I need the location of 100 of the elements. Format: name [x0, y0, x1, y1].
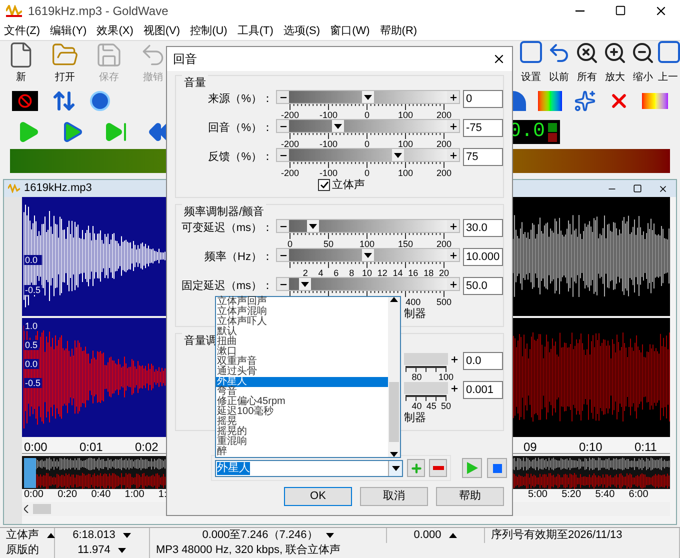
preset-option[interactable]: 立体声回声: [216, 297, 388, 307]
preset-option[interactable]: 双重声音: [216, 357, 388, 367]
preset-option[interactable]: 摇晃的: [216, 427, 388, 437]
toolbar-button[interactable]: 以前: [546, 41, 572, 86]
menu-item[interactable]: 文件(Z): [4, 22, 40, 40]
dialog-button[interactable]: OK: [284, 487, 352, 506]
toolbar-button[interactable]: 缩小: [630, 41, 656, 86]
value-field[interactable]: 75: [463, 148, 503, 166]
scroll-thumb[interactable]: [389, 382, 399, 442]
preset-option[interactable]: 摇晃: [216, 417, 388, 427]
tick-label: 100: [438, 372, 454, 383]
restore-icon[interactable]: [633, 184, 642, 194]
slider-label: 回音（%）：: [208, 120, 273, 136]
slider[interactable]: [276, 219, 460, 233]
arrows-icon[interactable]: [52, 89, 76, 114]
slider-thumb[interactable]: [392, 149, 404, 161]
group-label: 制器: [404, 307, 426, 322]
save-icon: [95, 41, 123, 70]
value-field[interactable]: 0.001: [463, 381, 503, 399]
rainbow-icon[interactable]: [642, 93, 668, 110]
tick-label: -200: [281, 110, 299, 121]
minus-icon: [432, 466, 444, 470]
preset-option[interactable]: 默认: [216, 327, 388, 337]
tick-marks: [404, 395, 448, 401]
toolbar-button[interactable]: 新: [2, 41, 40, 86]
dialog-button[interactable]: 取消: [360, 487, 428, 506]
close-icon[interactable]: [658, 184, 668, 194]
track-segment[interactable]: [404, 353, 448, 365]
value-field[interactable]: 0: [463, 90, 503, 108]
slider-thumb[interactable]: [362, 91, 374, 103]
preset-option[interactable]: 扭曲: [216, 337, 388, 347]
menu-item[interactable]: 效果(X): [96, 22, 134, 40]
document-title: 1619kHz.mp3: [24, 181, 92, 196]
scroll-thumb[interactable]: [33, 504, 51, 514]
preset-option[interactable]: 漱口: [216, 347, 388, 357]
preset-option[interactable]: 延迟100毫秒: [216, 407, 388, 417]
toolbar-button[interactable]: 打开: [46, 41, 84, 86]
menu-item[interactable]: 视图(V): [143, 22, 180, 40]
sparkle-icon[interactable]: [574, 90, 596, 112]
value-field[interactable]: 50.0: [463, 277, 503, 295]
menu-item[interactable]: 工具(T): [237, 22, 274, 40]
status-text: 序列号有效期至2026/11/13: [491, 528, 622, 544]
slider-thumb[interactable]: [362, 249, 374, 261]
slider[interactable]: [276, 248, 460, 262]
value-field[interactable]: 30.0: [463, 219, 503, 237]
menu-item[interactable]: 窗口(W): [330, 22, 370, 40]
slider[interactable]: [276, 90, 460, 104]
menu-item[interactable]: 编辑(Y): [50, 22, 87, 40]
caret-icon: [392, 466, 400, 470]
spectrum-icon[interactable]: [538, 91, 562, 112]
dropdown-button[interactable]: [388, 460, 402, 476]
stop-sign-icon: [12, 91, 38, 112]
maximize-icon[interactable]: [615, 5, 626, 16]
toolbar-button[interactable]: 放大: [602, 41, 628, 86]
preset-option[interactable]: 立体声混响: [216, 307, 388, 317]
scroll-left-icon[interactable]: [24, 505, 29, 514]
preset-option[interactable]: 弯音: [216, 387, 388, 397]
menu-item[interactable]: 帮助(R): [380, 22, 418, 40]
tick-label: 4: [318, 268, 324, 279]
app-logo-icon: [8, 184, 20, 194]
stereo-checkbox[interactable]: [318, 179, 330, 191]
track-segment[interactable]: [404, 382, 448, 394]
slider-thumb[interactable]: [298, 278, 311, 290]
tick-label: 100: [359, 239, 375, 250]
value-field[interactable]: 10.000: [463, 248, 503, 266]
amplitude-label: 0.5: [24, 340, 39, 350]
value-field[interactable]: -75: [463, 119, 503, 137]
toolbar-button[interactable]: 所有: [574, 41, 600, 86]
play-icon: [466, 462, 478, 474]
tick-label: 50: [324, 239, 334, 250]
menu-item[interactable]: 控制(U): [190, 22, 228, 40]
time-label: 5:00: [528, 489, 548, 502]
remove-preset-button[interactable]: [429, 459, 447, 477]
plus-icon: [450, 354, 458, 364]
slider-label: 固定延迟（ms）：: [181, 278, 273, 294]
slider-thumb[interactable]: [306, 220, 319, 232]
scrollbar[interactable]: [388, 297, 400, 457]
slider-thumb[interactable]: [332, 120, 344, 132]
menu-item[interactable]: 选项(S): [283, 22, 320, 40]
slider[interactable]: [276, 148, 460, 162]
value-field[interactable]: 0.0: [463, 352, 503, 370]
toolbar-button[interactable]: 上一: [658, 41, 680, 86]
close-icon[interactable]: [492, 52, 506, 66]
preset-option[interactable]: 修正偏心45rpm: [216, 397, 388, 407]
tick-label: 200: [436, 168, 452, 179]
preset-option[interactable]: 重混响: [216, 437, 388, 447]
dialog-button[interactable]: 帮助: [436, 487, 504, 506]
tick-label: 200: [436, 239, 452, 250]
preset-combobox[interactable]: 外星人: [215, 460, 403, 476]
toolbar-button[interactable]: 设置: [518, 41, 544, 86]
slider[interactable]: [276, 277, 460, 291]
plus-icon: [410, 462, 422, 474]
preset-option[interactable]: 立体声吓人: [216, 317, 388, 327]
slider[interactable]: [276, 119, 460, 133]
plus-icon: [448, 222, 458, 230]
preset-option[interactable]: 通过头骨: [216, 367, 388, 377]
amplitude-label: -0.5: [24, 285, 42, 296]
preset-option[interactable]: 醉: [216, 447, 388, 457]
stop-button[interactable]: [487, 458, 507, 478]
selection-marker[interactable]: [24, 458, 36, 488]
